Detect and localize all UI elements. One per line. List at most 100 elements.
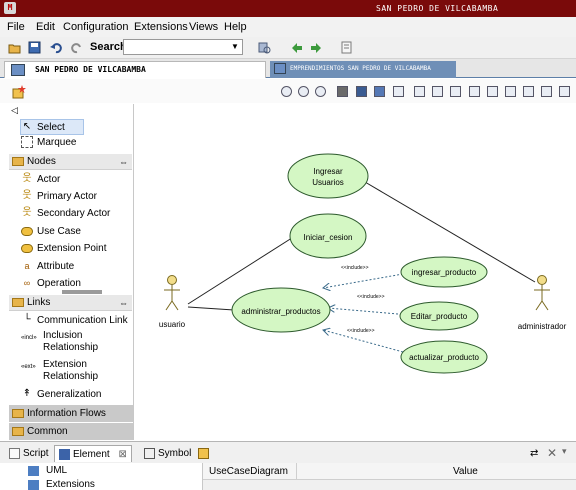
palette-drawer-common[interactable]: Common bbox=[9, 423, 133, 440]
chevron-down-icon[interactable]: ▼ bbox=[229, 40, 241, 54]
find-icon[interactable] bbox=[258, 41, 271, 54]
diagram-canvas[interactable]: <<include>> <<include>> <<include>> Ingr… bbox=[135, 104, 576, 440]
palette-select-tool[interactable]: ↖ Select bbox=[20, 119, 84, 135]
use-case-label: Usuarios bbox=[312, 178, 344, 187]
zoom-fit-icon[interactable] bbox=[298, 86, 309, 97]
actor-icon: 웃 bbox=[22, 173, 32, 185]
element-icon bbox=[59, 448, 70, 460]
close-icon[interactable]: ⊠ bbox=[118, 449, 126, 460]
use-case-iniciar-cesion[interactable]: Iniciar_cesion bbox=[289, 213, 367, 259]
menu-extensions[interactable]: Extensions bbox=[134, 21, 188, 33]
script-icon bbox=[9, 447, 20, 459]
uml-icon bbox=[28, 466, 39, 476]
tree-label: UML bbox=[46, 465, 68, 476]
save-icon[interactable] bbox=[28, 41, 41, 54]
use-case-label: ingresar_producto bbox=[412, 268, 477, 277]
same-width-icon[interactable] bbox=[505, 86, 516, 97]
use-case-icon bbox=[21, 226, 33, 236]
palette-scrollbar[interactable] bbox=[62, 290, 102, 294]
inclusion-icon: «incl» bbox=[21, 335, 37, 341]
tab-san-pedro[interactable]: SAN PEDRO DE VILCABAMBA bbox=[4, 61, 266, 78]
link-label: Generalization bbox=[37, 389, 102, 400]
palette-node-attribute[interactable]: a Attribute bbox=[21, 259, 74, 275]
align-center-icon[interactable] bbox=[432, 86, 443, 97]
menu-views[interactable]: Views bbox=[189, 21, 218, 33]
palette-marquee-tool[interactable]: Marquee bbox=[21, 135, 76, 151]
link-with-editor-icon[interactable]: ⇄ bbox=[530, 448, 538, 459]
use-case-ingresar-producto[interactable]: ingresar_producto bbox=[400, 256, 488, 288]
association-usuario-administrar[interactable] bbox=[187, 306, 235, 311]
palette-node-actor[interactable]: 웃 Actor bbox=[21, 172, 60, 188]
communication-link-icon: └ bbox=[23, 314, 31, 326]
use-case-label: Iniciar_cesion bbox=[304, 233, 353, 242]
actor-label: usuario bbox=[159, 320, 186, 329]
distribute-icon[interactable] bbox=[487, 86, 498, 97]
open-folder-icon[interactable] bbox=[8, 41, 21, 54]
palette-node-use-case[interactable]: Use Case bbox=[21, 224, 81, 240]
palette-node-extension-point[interactable]: Extension Point bbox=[21, 241, 107, 257]
tab-script[interactable]: Script bbox=[9, 445, 49, 462]
use-case-ingresar-usuarios[interactable]: Ingresar Usuarios bbox=[287, 153, 369, 199]
align-bottom-icon[interactable] bbox=[450, 86, 461, 97]
zoom-in-icon[interactable] bbox=[281, 86, 292, 97]
zoom-out-icon[interactable] bbox=[315, 86, 326, 97]
editor-tab-row: SAN PEDRO DE VILCABAMBA EMPRENDIMIENTOS … bbox=[0, 59, 576, 78]
menu-configuration[interactable]: Configuration bbox=[63, 21, 128, 33]
tab-extra[interactable] bbox=[198, 445, 212, 462]
align-middle-icon[interactable] bbox=[469, 86, 480, 97]
use-case-administrar-productos[interactable]: administrar_productos bbox=[231, 287, 331, 333]
palette-collapse-icon[interactable]: ◁ bbox=[11, 105, 18, 116]
grid-icon[interactable] bbox=[541, 86, 552, 97]
palette-node-primary-actor[interactable]: 웃 Primary Actor bbox=[21, 189, 97, 205]
link-label: Inclusion bbox=[43, 330, 83, 341]
align-left-icon[interactable] bbox=[414, 86, 425, 97]
redo-icon[interactable] bbox=[70, 41, 83, 54]
undo-icon[interactable] bbox=[50, 41, 63, 54]
route-icon[interactable] bbox=[559, 86, 570, 97]
use-case-editar-producto[interactable]: Editar_producto bbox=[399, 301, 479, 331]
tab-symbol[interactable]: Symbol bbox=[144, 445, 191, 462]
link-label: Extension bbox=[43, 359, 87, 370]
column-divider[interactable] bbox=[296, 463, 297, 480]
node-label: Extension Point bbox=[37, 243, 107, 254]
palette-drawer-information-flows[interactable]: Information Flows bbox=[9, 405, 133, 422]
print-icon[interactable] bbox=[337, 86, 348, 97]
folder-icon bbox=[12, 297, 24, 307]
menu-file[interactable]: File bbox=[7, 21, 25, 33]
tab-label: SAN PEDRO DE VILCABAMBA bbox=[35, 65, 146, 74]
navigate-back-icon[interactable] bbox=[290, 41, 303, 54]
select-arrow-icon: ↖ bbox=[22, 121, 32, 133]
save-image-icon[interactable] bbox=[356, 86, 367, 97]
palette-group-nodes[interactable]: Nodes ⇔ bbox=[9, 154, 132, 170]
window-title: SAN PEDRO DE VILCABAMBA bbox=[376, 4, 499, 13]
use-case-label: actualizar_producto bbox=[409, 353, 479, 362]
close-icon[interactable]: ✕ bbox=[547, 446, 557, 460]
palette-link-generalization[interactable]: ↟ Generalization bbox=[21, 387, 102, 403]
export-icon[interactable] bbox=[374, 86, 385, 97]
folder-icon bbox=[12, 426, 24, 436]
include-label: <<include>> bbox=[347, 328, 375, 334]
actor-administrador[interactable]: administrador bbox=[518, 275, 567, 332]
menu-help[interactable]: Help bbox=[224, 21, 247, 33]
tool-label: Marquee bbox=[37, 137, 77, 148]
palette-link-communication[interactable]: └ Communication Link bbox=[21, 313, 127, 329]
document-icon[interactable] bbox=[340, 41, 353, 54]
same-height-icon[interactable] bbox=[523, 86, 534, 97]
tab-emprendimientos[interactable]: EMPRENDIMIENTOS SAN PEDRO DE VILCABAMBA bbox=[270, 61, 456, 78]
menu-edit[interactable]: Edit bbox=[36, 21, 55, 33]
use-case-actualizar-producto[interactable]: actualizar_producto bbox=[400, 340, 488, 374]
actor-usuario[interactable]: usuario bbox=[159, 275, 186, 330]
search-input[interactable] bbox=[123, 39, 243, 55]
palette-group-links[interactable]: Links ⇔ bbox=[9, 295, 132, 311]
view-menu-icon[interactable]: ▾ bbox=[562, 446, 567, 457]
include-editar-producto[interactable] bbox=[328, 308, 399, 315]
node-label: Primary Actor bbox=[37, 191, 98, 202]
tab-element[interactable]: Element ⊠ bbox=[54, 445, 132, 462]
navigate-forward-icon[interactable] bbox=[310, 41, 323, 54]
palette-node-secondary-actor[interactable]: 웃 Secondary Actor bbox=[21, 206, 110, 222]
new-element-icon[interactable] bbox=[12, 85, 26, 99]
layout-icon[interactable] bbox=[393, 86, 404, 97]
group-label: Nodes bbox=[27, 156, 56, 167]
include-ingresar-producto[interactable] bbox=[323, 273, 404, 288]
element-tree: UML Extensions bbox=[0, 463, 203, 490]
